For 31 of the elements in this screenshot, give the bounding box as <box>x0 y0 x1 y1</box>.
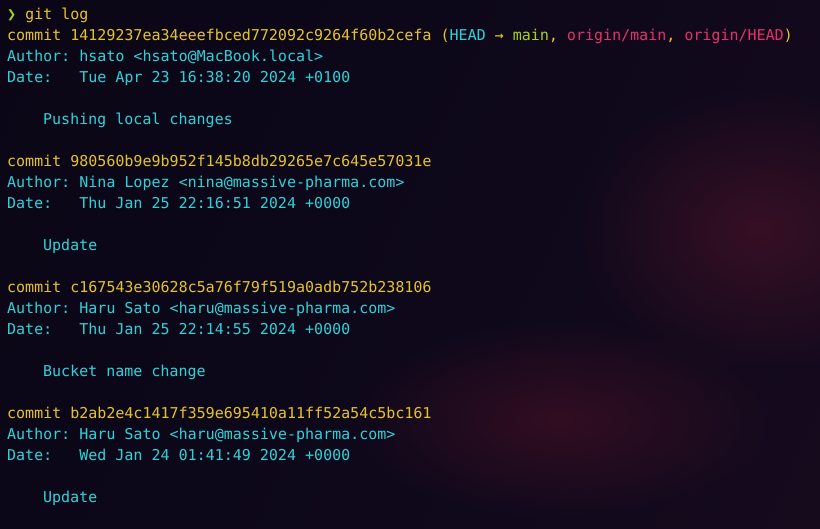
commit-keyword: commit <box>7 404 62 422</box>
head-ref-label: HEAD <box>450 26 486 44</box>
ref-punctuation: ) <box>784 26 793 44</box>
prompt-symbol: ❯ <box>7 5 16 23</box>
author-text: Author: Haru Sato <haru@massive-pharma.com> <box>7 425 396 443</box>
date-text: Date: Wed Jan 24 01:41:49 2024 +0000 <box>7 446 350 464</box>
commit-message: Update <box>42 487 98 508</box>
commit-hash: b2ab2e4c1417f359e695410a11ff52a54c5bc161 <box>70 404 432 422</box>
author-text: Author: Nina Lopez <nina@massive-pharma.com> <box>7 173 404 191</box>
ref-punctuation: , <box>666 26 676 44</box>
commit-hash: 980560b9e9b952f145b8db29265e7c645e57031e <box>70 152 432 170</box>
remote-branch-label: origin/HEAD <box>684 26 784 44</box>
ref-punctuation: , <box>548 26 559 44</box>
commit-message: Pushing local changes <box>42 109 233 130</box>
commit-hash: 14129237ea34eeefbced772092c9264f60b2cefa <box>70 26 432 44</box>
date-text: Date: Tue Apr 23 16:38:20 2024 +0100 <box>7 68 350 86</box>
remote-branch-label: origin/main <box>566 26 666 44</box>
ref-punctuation: ( <box>440 26 450 44</box>
date-text: Date: Thu Jan 25 22:14:55 2024 +0000 <box>7 320 350 338</box>
branch-label: main <box>512 26 549 44</box>
commit-hash: c167543e30628c5a76f79f519a0adb752b238106 <box>70 278 432 296</box>
commit-keyword: commit <box>7 278 62 296</box>
commit-message: Update <box>42 235 98 256</box>
author-text: Author: Haru Sato <haru@massive-pharma.com> <box>7 299 396 317</box>
author-text: Author: hsato <hsato@MacBook.local> <box>7 47 324 65</box>
commit-keyword: commit <box>7 26 62 44</box>
commit-keyword: commit <box>7 152 62 170</box>
date-text: Date: Thu Jan 25 22:16:51 2024 +0000 <box>7 194 350 212</box>
command-text: git log <box>25 5 88 23</box>
ref-punctuation: → <box>494 26 505 44</box>
commit-message: Bucket name change <box>42 361 206 382</box>
